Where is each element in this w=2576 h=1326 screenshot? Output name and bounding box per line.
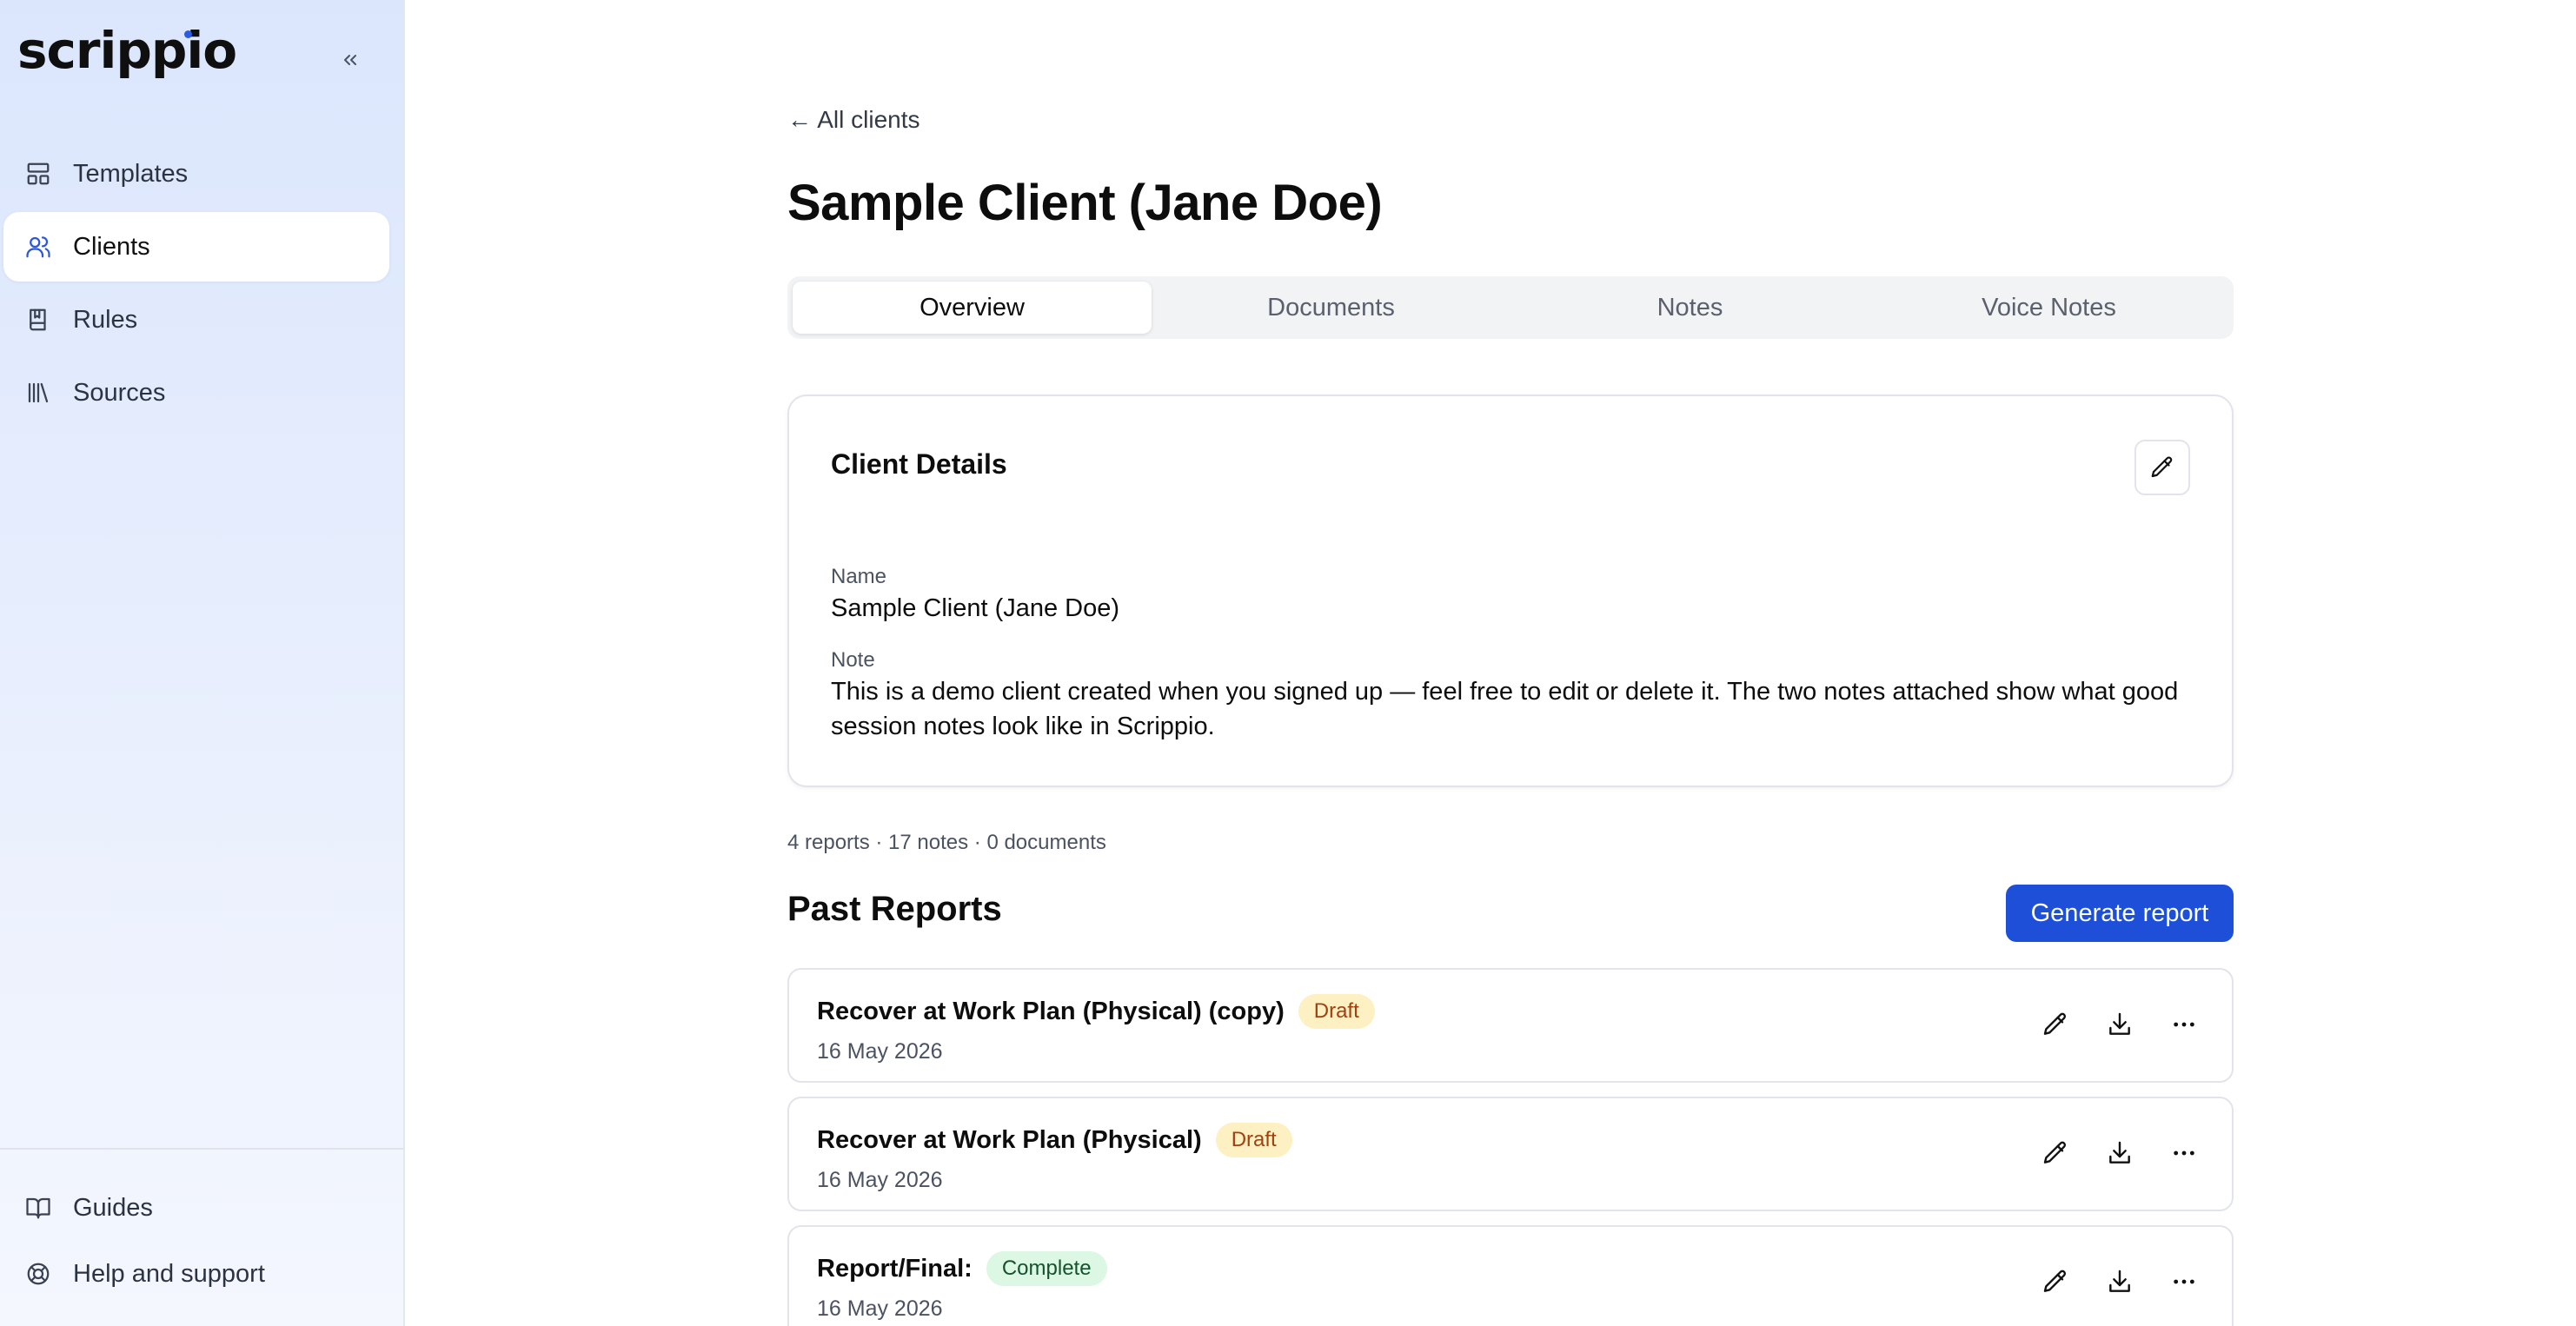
more-horizontal-icon [2174,1279,2194,1284]
sidebar-item-label: Sources [73,378,166,407]
report-title: Recover at Work Plan (Physical) [817,1125,1202,1154]
status-badge: Draft [1298,994,1375,1029]
sidebar-divider [0,1148,405,1150]
sidebar-item-label: Rules [73,305,138,334]
pencil-icon [2043,1270,2067,1292]
report-row[interactable]: Recover at Work Plan (Physical) (copy) D… [787,968,2234,1083]
report-date: 16 May 2026 [817,1039,943,1064]
client-summary-counts: 4 reports · 17 notes · 0 documents [787,831,1106,854]
client-details-card: Client Details Name Sample Client (Jane … [787,394,2234,787]
status-badge: Draft [1215,1123,1292,1157]
edit-report-button[interactable] [2039,1137,2072,1170]
report-date: 16 May 2026 [817,1168,943,1192]
page-title: Sample Client (Jane Doe) [787,175,1383,231]
past-reports-title: Past Reports [787,890,1002,928]
pencil-icon [2151,456,2173,478]
library-icon [24,379,52,407]
more-horizontal-icon [2174,1022,2194,1027]
sidebar-item-rules[interactable]: Rules [3,285,389,355]
download-icon [2109,1141,2130,1164]
users-icon [24,233,52,261]
open-book-icon [24,1194,52,1222]
sidebar-item-help[interactable]: Help and support [3,1239,389,1309]
client-details-title: Client Details [831,448,1007,480]
report-title: Report/Final: [817,1254,973,1283]
download-report-button[interactable] [2103,1008,2136,1041]
generate-report-button[interactable]: Generate report [2006,885,2234,942]
pencil-icon [2043,1141,2067,1164]
download-report-button[interactable] [2103,1265,2136,1298]
more-options-button[interactable] [2168,1137,2201,1170]
more-options-button[interactable] [2168,1008,2201,1041]
more-horizontal-icon [2174,1150,2194,1156]
name-value: Sample Client (Jane Doe) [831,594,1120,622]
tab-voice-notes[interactable]: Voice Notes [1869,282,2228,334]
app-logo[interactable]: scrippio [17,21,237,80]
name-label: Name [831,565,887,588]
tab-bar: Overview Documents Notes Voice Notes [787,276,2234,339]
report-title: Recover at Work Plan (Physical) (copy) [817,997,1285,1025]
collapse-sidebar-button[interactable] [335,45,365,75]
edit-report-button[interactable] [2039,1008,2072,1041]
sidebar-item-templates[interactable]: Templates [3,139,389,209]
tab-overview[interactable]: Overview [793,282,1152,334]
download-icon [2109,1012,2130,1035]
report-title-wrap: Report/Final: Complete [817,1251,1107,1286]
logo-dot [184,30,192,38]
report-date: 16 May 2026 [817,1296,943,1321]
report-title-wrap: Recover at Work Plan (Physical) (copy) D… [817,994,1375,1029]
status-badge: Complete [986,1251,1107,1286]
report-row[interactable]: Report/Final: Complete 16 May 2026 [787,1225,2234,1326]
sidebar-item-label: Guides [73,1193,153,1222]
tab-documents[interactable]: Documents [1152,282,1510,334]
report-title-wrap: Recover at Work Plan (Physical) Draft [817,1123,1292,1157]
sidebar-item-label: Templates [73,159,189,188]
edit-report-button[interactable] [2039,1265,2072,1298]
sidebar: scrippio Templates Clients Rules Sources… [0,0,405,1326]
report-actions [2039,1008,2201,1041]
note-label: Note [831,648,875,672]
report-actions [2039,1137,2201,1170]
report-row[interactable]: Recover at Work Plan (Physical) Draft 16… [787,1097,2234,1211]
sidebar-item-clients[interactable]: Clients [3,212,389,282]
back-to-clients-link[interactable]: ← All clients [787,106,920,134]
download-report-button[interactable] [2103,1137,2136,1170]
note-value: This is a demo client created when you s… [831,678,2179,740]
sidebar-item-label: Clients [73,232,150,261]
book-icon [24,306,52,334]
chevrons-left-icon [344,55,356,65]
sidebar-item-guides[interactable]: Guides [3,1173,389,1243]
sidebar-item-sources[interactable]: Sources [3,358,389,428]
edit-client-button[interactable] [2134,440,2190,495]
pencil-icon [2043,1012,2067,1035]
report-actions [2039,1265,2201,1298]
tab-notes[interactable]: Notes [1510,282,1869,334]
layout-icon [24,160,52,188]
lifebuoy-icon [24,1260,52,1288]
more-options-button[interactable] [2168,1265,2201,1298]
download-icon [2109,1270,2130,1292]
sidebar-item-label: Help and support [73,1259,265,1288]
